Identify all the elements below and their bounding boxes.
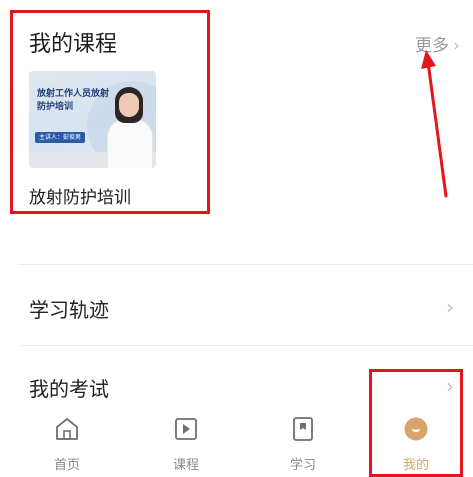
my-exams-label: 我的考试 xyxy=(29,377,109,401)
tab-label: 首页 xyxy=(53,458,80,473)
chevron-right-icon: › xyxy=(453,36,460,56)
more-courses-link[interactable]: 更多 › xyxy=(415,31,460,56)
annotation-box-mine-tab xyxy=(369,369,463,477)
tab-course[interactable]: 课程 xyxy=(141,412,231,477)
annotation-box-courses xyxy=(10,10,210,214)
learning-track-row[interactable]: 学习轨迹 › xyxy=(0,279,473,335)
tab-label: 课程 xyxy=(172,458,199,473)
play-icon xyxy=(175,418,197,440)
tab-home[interactable]: 首页 xyxy=(22,412,112,477)
home-icon xyxy=(56,418,78,440)
divider xyxy=(18,264,473,265)
bookmark-icon xyxy=(293,417,313,441)
tab-study[interactable]: 学习 xyxy=(258,412,348,477)
learning-track-label: 学习轨迹 xyxy=(29,298,109,322)
divider xyxy=(18,345,473,346)
chevron-right-icon: › xyxy=(446,295,454,319)
tab-label: 学习 xyxy=(289,458,316,473)
more-label: 更多 xyxy=(415,36,449,56)
